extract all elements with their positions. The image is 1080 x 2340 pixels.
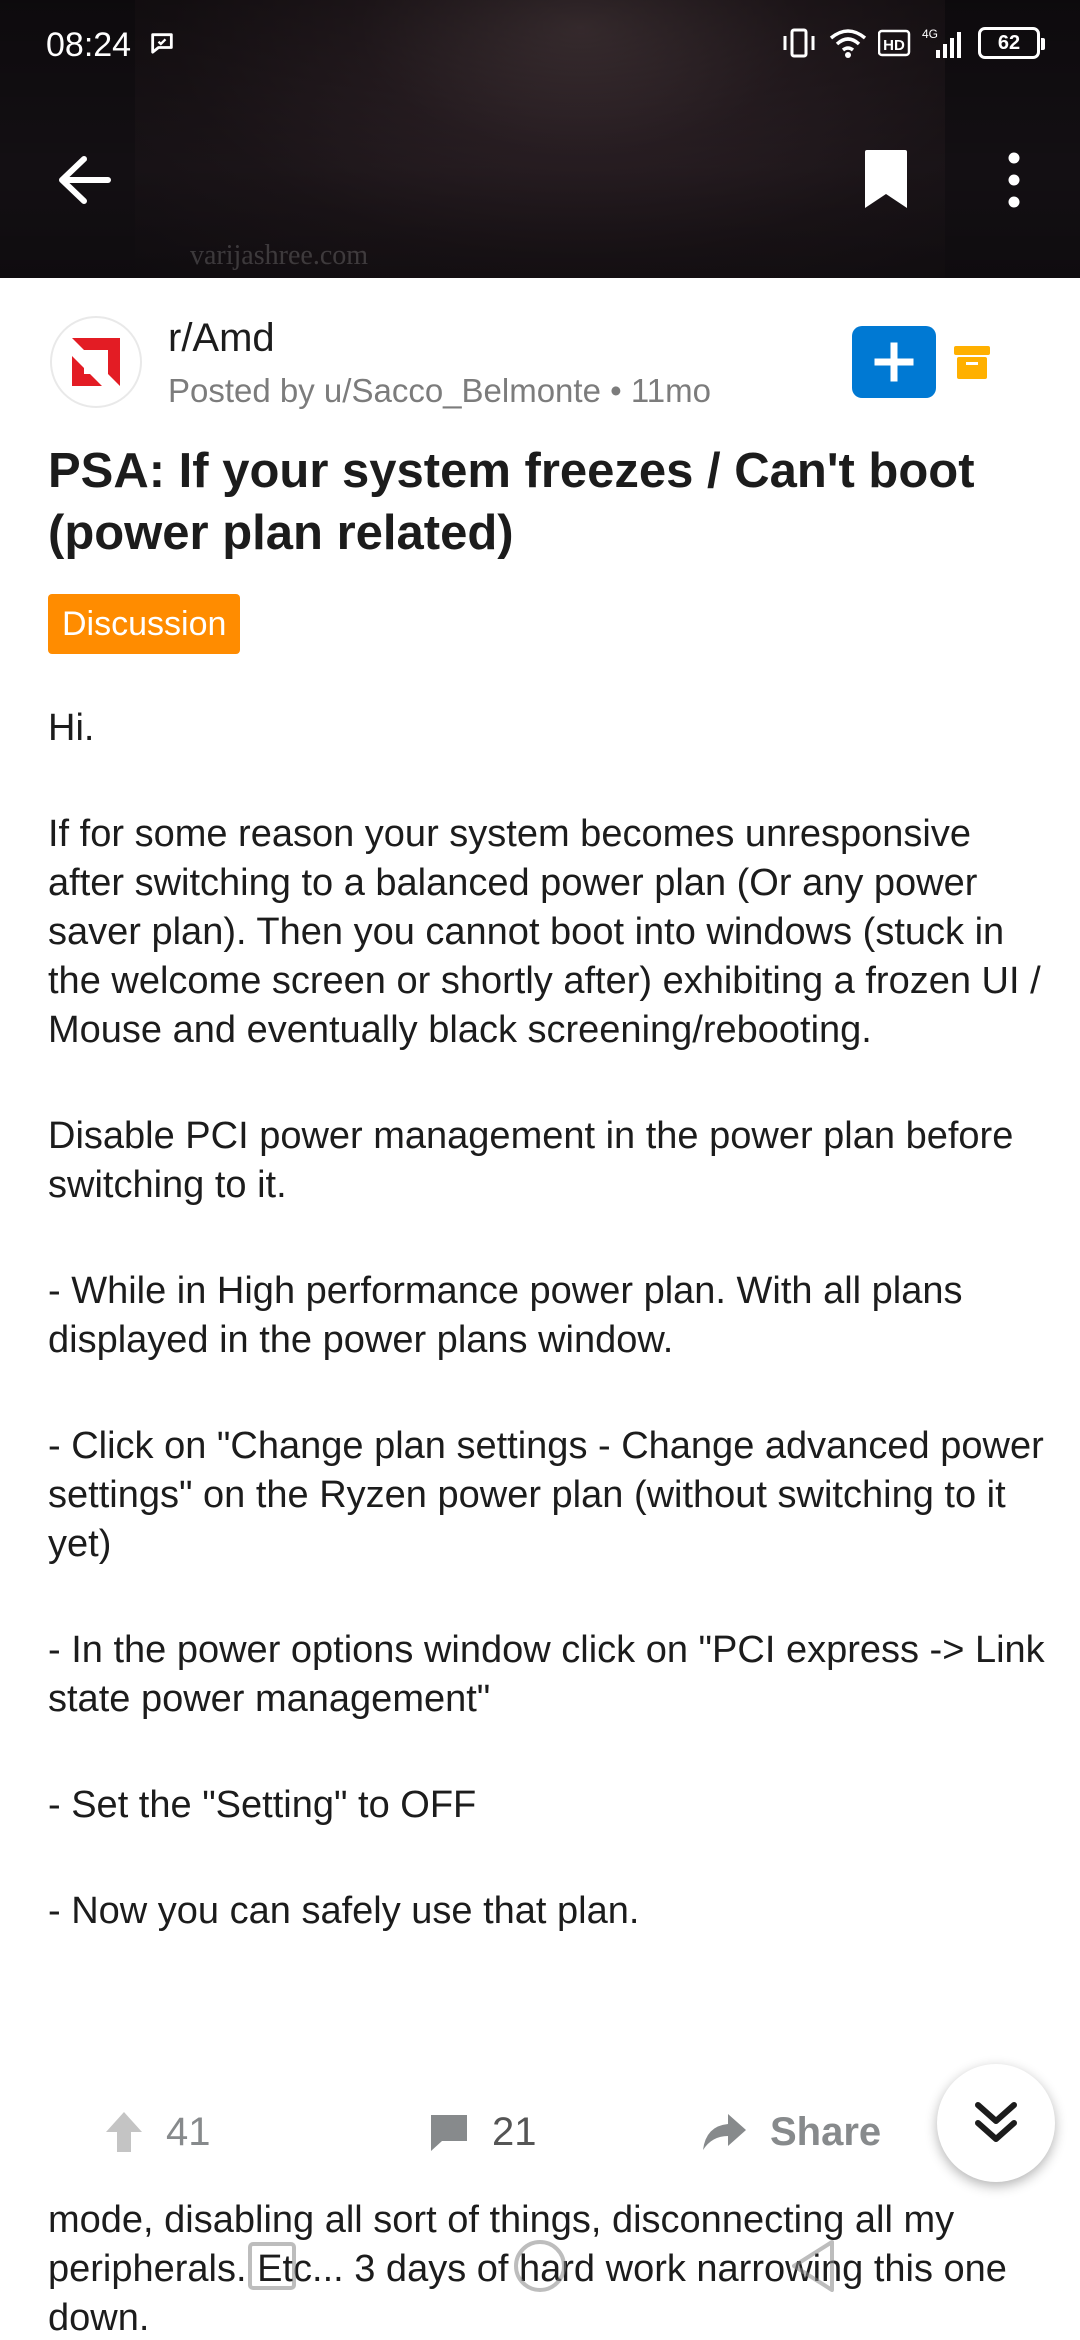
body-paragraph: - Now you can safely use that plan. xyxy=(48,1890,640,1932)
hd-icon: HD xyxy=(878,29,911,57)
signal-icon: 4G xyxy=(922,27,961,58)
more-vertical-icon xyxy=(1008,152,1020,208)
back-nav-icon[interactable] xyxy=(784,2236,844,2296)
upvote-arrow-icon xyxy=(106,2112,142,2152)
body-paragraph: Hi. xyxy=(48,707,95,749)
comment-bubble-icon xyxy=(431,2115,467,2151)
comments-button[interactable]: 21 xyxy=(428,2104,537,2160)
join-subreddit-button[interactable] xyxy=(852,326,936,398)
body-paragraph: - In the power options window click on "… xyxy=(48,1629,1045,1720)
scroll-down-button[interactable] xyxy=(937,2064,1055,2182)
home-icon[interactable] xyxy=(510,2236,570,2296)
back-button[interactable] xyxy=(44,140,124,220)
status-time: 08:24 xyxy=(46,26,132,64)
body-paragraph: If for some reason your system becomes u… xyxy=(48,813,1041,1051)
vibrate-icon xyxy=(783,28,815,58)
subreddit-avatar[interactable] xyxy=(50,316,142,408)
header-watermark: varijashree.com xyxy=(190,240,369,271)
plus-icon xyxy=(874,342,914,382)
body-paragraph: Disable PCI power management in the powe… xyxy=(48,1115,1014,1206)
recent-apps-icon[interactable] xyxy=(242,2236,302,2296)
upvote-count: 41 xyxy=(166,2109,211,2154)
post-title: PSA: If your system freezes / Can't boot… xyxy=(48,444,975,560)
status-bar: 08:24 HD 4G 62 xyxy=(0,0,1080,90)
body-paragraph: - Click on "Change plan settings - Chang… xyxy=(48,1425,1044,1565)
share-label: Share xyxy=(770,2109,882,2154)
post-meta: Posted by u/Sacco_Belmonte • 11mo xyxy=(168,372,711,409)
post-flair[interactable]: Discussion xyxy=(48,594,241,654)
svg-text:4G: 4G xyxy=(922,27,938,41)
upvote-button[interactable]: 41 xyxy=(104,2104,211,2160)
svg-text:HD: HD xyxy=(883,37,905,54)
bookmark-icon xyxy=(865,150,907,208)
notification-icon xyxy=(148,30,176,63)
post-action-bar: 41 21 Share xyxy=(0,2066,1080,2196)
body-paragraph: - While in High performance power plan. … xyxy=(48,1270,963,1361)
more-options-button[interactable] xyxy=(974,140,1054,220)
comment-count: 21 xyxy=(492,2109,537,2154)
share-button[interactable]: Share xyxy=(700,2104,881,2160)
body-paragraph: - Set the "Setting" to OFF xyxy=(48,1784,477,1826)
amd-logo-icon xyxy=(72,338,120,386)
subreddit-name[interactable]: r/Amd xyxy=(168,316,275,361)
bookmark-button[interactable] xyxy=(846,140,926,220)
share-arrow-icon xyxy=(703,2114,746,2150)
battery-icon: 62 xyxy=(978,27,1045,59)
double-chevron-down-icon xyxy=(975,2102,1017,2142)
arrow-left-icon xyxy=(59,156,111,204)
wifi-icon xyxy=(829,29,867,58)
archived-icon xyxy=(952,342,992,387)
post-body: Hi. If for some reason your system becom… xyxy=(48,704,1048,1993)
